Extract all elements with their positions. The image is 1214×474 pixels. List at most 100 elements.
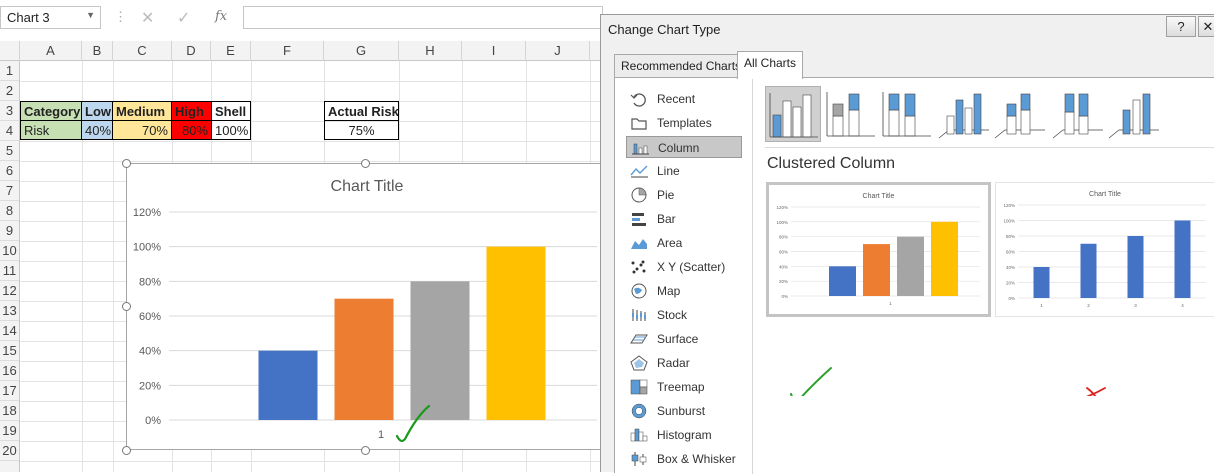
preview-bar xyxy=(1080,243,1097,298)
chart-type-line[interactable]: Line xyxy=(626,160,742,182)
subtype-100-stacked-column[interactable] xyxy=(879,86,935,142)
cell-high-header[interactable]: High xyxy=(171,101,212,121)
close-button[interactable]: ✕ xyxy=(1198,16,1214,37)
row-header[interactable]: 16 xyxy=(0,361,19,381)
subtype-clustered-column[interactable] xyxy=(765,86,821,142)
chart-type-map[interactable]: Map xyxy=(626,280,742,302)
chart-type-box-whisker[interactable]: Box & Whisker xyxy=(626,448,742,470)
resize-handle[interactable] xyxy=(122,446,131,455)
row-header[interactable]: 19 xyxy=(0,421,19,441)
y-tick-label: 40% xyxy=(139,346,161,358)
chart-type-label: Box & Whisker xyxy=(657,452,736,466)
cell-high-value[interactable]: 80% xyxy=(171,120,212,140)
change-chart-type-dialog: Change Chart Type ? ✕ Recommended Charts… xyxy=(600,14,1214,474)
preview-bar xyxy=(1033,267,1050,298)
select-all-corner[interactable] xyxy=(0,41,20,61)
column-header[interactable]: J xyxy=(526,41,590,61)
all-charts-panel: Recent Templates Column Line Pie Bar Area X Y (… xyxy=(614,77,1214,474)
chart-type-bar[interactable]: Bar xyxy=(626,208,742,230)
column-header[interactable]: I xyxy=(462,41,526,61)
chart-type-label: Bar xyxy=(657,212,676,226)
cell-actual-risk-label[interactable]: Actual Risk xyxy=(324,101,399,121)
row-header[interactable]: 6 xyxy=(0,161,19,181)
y-tick-label: 60% xyxy=(139,311,161,323)
chart-type-sunburst[interactable]: Sunburst xyxy=(626,400,742,422)
subtype-3d-clustered-column[interactable] xyxy=(937,86,993,142)
cell-low-value[interactable]: 40% xyxy=(81,120,113,140)
column-header[interactable]: F xyxy=(251,41,324,61)
preview-bar xyxy=(1127,236,1144,298)
map-icon xyxy=(631,283,647,299)
line-icon xyxy=(630,165,648,178)
subtype-3d-column[interactable] xyxy=(1107,86,1163,142)
chart-type-histogram[interactable]: Histogram xyxy=(626,424,742,446)
row-header[interactable]: 11 xyxy=(0,261,19,281)
chart-type-column[interactable]: Column xyxy=(626,136,742,158)
enter-icon[interactable]: ✓ xyxy=(177,8,190,28)
preview-chart: Chart Title 0% 20% 40% 60% 80% 100% 120% 1 2 3 4 xyxy=(1003,191,1206,308)
column-header[interactable]: B xyxy=(82,41,113,61)
preview-x-tick: 2 xyxy=(1087,303,1090,308)
cell-medium-header[interactable]: Medium xyxy=(112,101,172,121)
chart-type-pie[interactable]: Pie xyxy=(626,184,742,206)
chart-title: Chart Title xyxy=(331,178,404,195)
chart-type-recent[interactable]: Recent xyxy=(626,88,742,110)
cancel-icon[interactable]: ✕ xyxy=(141,8,154,28)
cell-risk-label[interactable]: Risk xyxy=(20,120,82,140)
chart-preview-2[interactable]: Chart Title 0% 20% 40% 60% 80% 100% 120% 1 2 3 4 xyxy=(995,182,1214,317)
cell-shell-header[interactable]: Shell xyxy=(211,101,251,121)
row-header[interactable]: 5 xyxy=(0,141,19,161)
formula-input[interactable] xyxy=(243,6,603,29)
cell-medium-value[interactable]: 70% xyxy=(112,120,172,140)
column-header[interactable]: D xyxy=(172,41,211,61)
preview-y-tick: 60% xyxy=(1006,250,1015,255)
subtype-3d-stacked-column[interactable] xyxy=(993,86,1049,142)
subtype-3d-100-stacked-column[interactable] xyxy=(1051,86,1107,142)
chevron-down-icon[interactable]: ▼ xyxy=(86,10,95,20)
cross-mark-icon xyxy=(1086,387,1106,396)
chart-type-area[interactable]: Area xyxy=(626,232,742,254)
chart-type-templates[interactable]: Templates xyxy=(626,112,742,134)
row-header[interactable]: 17 xyxy=(0,381,19,401)
subtype-stacked-column[interactable] xyxy=(823,86,879,142)
embedded-chart[interactable]: Chart Title 0% 20% 40% 60% 80% 100% 120% 1 xyxy=(126,163,606,450)
row-header[interactable]: 18 xyxy=(0,401,19,421)
row-header[interactable]: 14 xyxy=(0,321,19,341)
column-header[interactable]: G xyxy=(324,41,399,61)
column-header[interactable]: E xyxy=(211,41,251,61)
grid-row-line xyxy=(20,161,600,162)
resize-handle[interactable] xyxy=(122,302,131,311)
cell-actual-risk-value[interactable]: 75% xyxy=(324,120,399,140)
row-header[interactable]: 13 xyxy=(0,301,19,321)
column-header[interactable]: H xyxy=(399,41,462,61)
help-button[interactable]: ? xyxy=(1166,16,1196,37)
row-header[interactable]: 15 xyxy=(0,341,19,361)
insert-function-icon[interactable]: fx xyxy=(215,9,227,24)
row-header[interactable]: 9 xyxy=(0,221,19,241)
row-header[interactable]: 1 xyxy=(0,61,19,81)
row-header[interactable]: 12 xyxy=(0,281,19,301)
chart-type-label: Pie xyxy=(657,188,675,202)
row-header[interactable]: 10 xyxy=(0,241,19,261)
name-box[interactable]: Chart 3 ▼ xyxy=(0,6,101,29)
resize-handle[interactable] xyxy=(361,159,370,168)
tab-recommended-charts[interactable]: Recommended Charts xyxy=(614,54,749,78)
row-header[interactable]: 20 xyxy=(0,441,19,461)
row-header[interactable]: 4 xyxy=(0,121,19,141)
column-header[interactable]: A xyxy=(20,41,82,61)
chart-preview-1[interactable]: Chart Title 0% 20% 40% 60% 80% 100% 120% 1 xyxy=(766,182,991,317)
resize-handle[interactable] xyxy=(122,159,131,168)
row-header[interactable]: 7 xyxy=(0,181,19,201)
chart-type-x-y-scatter[interactable]: X Y (Scatter) xyxy=(626,256,742,278)
row-header[interactable]: 8 xyxy=(0,201,19,221)
cell-shell-value[interactable]: 100% xyxy=(211,120,251,140)
preview-y-tick: 100% xyxy=(776,220,788,225)
cell-category-header[interactable]: Category xyxy=(20,101,82,121)
tab-all-charts[interactable]: All Charts xyxy=(737,51,804,79)
row-header[interactable]: 3 xyxy=(0,101,19,121)
column-header[interactable]: C xyxy=(113,41,172,61)
cell-low-header[interactable]: Low xyxy=(81,101,113,121)
3d-stacked-100-column-icon xyxy=(1052,93,1103,139)
row-header[interactable]: 2 xyxy=(0,81,19,101)
resize-handle[interactable] xyxy=(361,446,370,455)
